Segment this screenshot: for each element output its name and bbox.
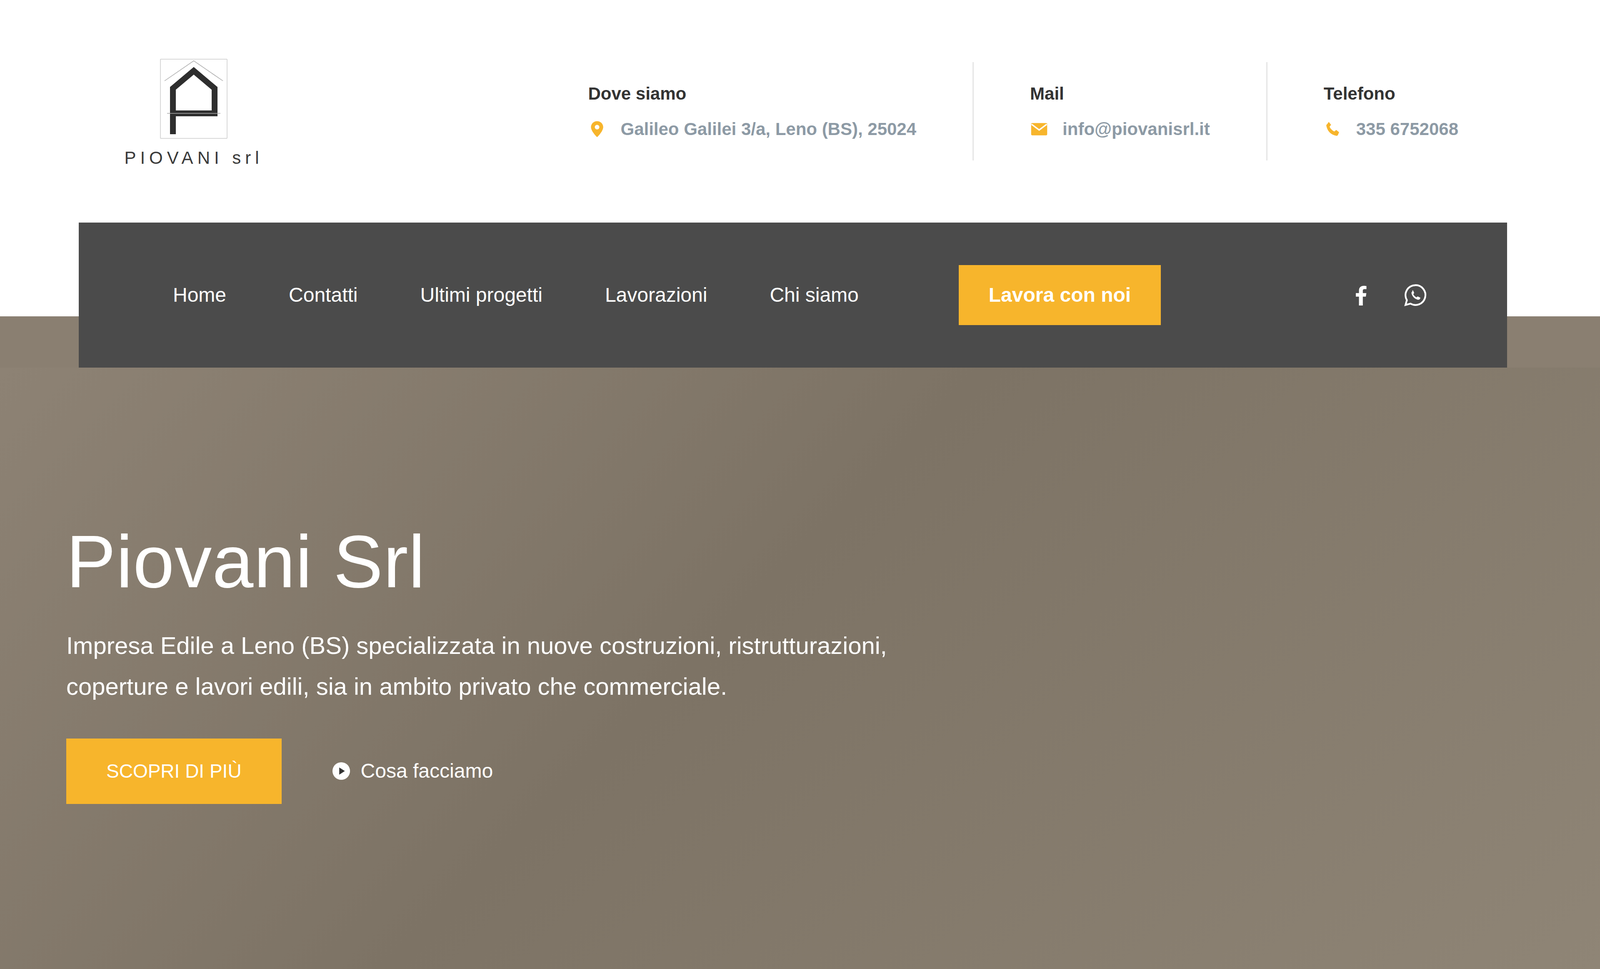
what-we-do-link[interactable]: Cosa facciamo — [331, 755, 493, 786]
cta-button[interactable]: Lavora con noi — [958, 265, 1161, 325]
nav-item[interactable]: Chi siamo — [769, 280, 859, 310]
contact-list: Dove siamo Galileo Galilei 3/a, Leno (BS)… — [587, 62, 1459, 161]
hero-buttons: SCOPRI DI PIÙ Cosa facciamo — [66, 738, 1534, 804]
logo-text: PIOVANI srl — [124, 148, 263, 168]
contact-text[interactable]: Galileo Galilei 3/a, Leno (BS), 25024 — [620, 115, 917, 143]
play-icon — [331, 761, 351, 781]
contact-value[interactable]: info@piovanisrl.it — [1030, 115, 1210, 143]
contact-item: Telefono 335 6752068 — [1266, 62, 1459, 161]
contact-value[interactable]: 335 6752068 — [1323, 115, 1459, 143]
facebook-icon — [1348, 282, 1374, 308]
hero-description: Impresa Edile a Leno (BS) specializzata … — [66, 625, 900, 707]
hero-title: Piovani Srl — [66, 520, 1534, 603]
what-we-do-text[interactable]: Cosa facciamo — [360, 755, 493, 786]
hero: Piovani Srl Impresa Edile a Leno (BS) spe… — [0, 367, 1600, 969]
nav-item[interactable]: Home — [172, 280, 227, 310]
main-nav: Home Contatti Ultimi progetti Lavorazioni Ch… — [78, 222, 1508, 368]
whatsapp-icon — [1402, 282, 1428, 308]
contact-text[interactable]: info@piovanisrl.it — [1062, 115, 1210, 143]
address-icon — [587, 120, 607, 139]
logo[interactable]: PIOVANI srl — [70, 46, 317, 176]
house-logo-icon — [152, 55, 236, 143]
discover-button[interactable]: SCOPRI DI PIÙ — [66, 738, 282, 804]
mail-icon — [1030, 120, 1049, 139]
contact-label: Dove siamo — [587, 80, 917, 107]
contact-label: Mail — [1030, 80, 1210, 107]
social-link[interactable] — [1402, 282, 1428, 308]
nav-item[interactable]: Ultimi progetti — [420, 280, 543, 310]
contact-item: Dove siamo Galileo Galilei 3/a, Leno (BS)… — [587, 62, 973, 161]
contact-value[interactable]: Galileo Galilei 3/a, Leno (BS), 25024 — [587, 115, 917, 143]
nav-item[interactable]: Contatti — [288, 280, 358, 310]
contact-text[interactable]: 335 6752068 — [1356, 115, 1459, 143]
phone-icon — [1323, 120, 1343, 139]
contact-item: Mail info@piovanisrl.it — [972, 62, 1267, 161]
header: PIOVANI srl Dove siamo Galileo Galilei 3/a… — [0, 0, 1600, 223]
contact-label: Telefono — [1323, 80, 1459, 107]
nav-wrapper: Home Contatti Ultimi progetti Lavorazioni Ch… — [0, 222, 1600, 368]
social-link[interactable] — [1348, 282, 1374, 308]
nav-items: Home Contatti Ultimi progetti Lavorazioni Ch… — [172, 280, 859, 310]
nav-item[interactable]: Lavorazioni — [605, 280, 708, 310]
social-links — [1348, 282, 1428, 308]
